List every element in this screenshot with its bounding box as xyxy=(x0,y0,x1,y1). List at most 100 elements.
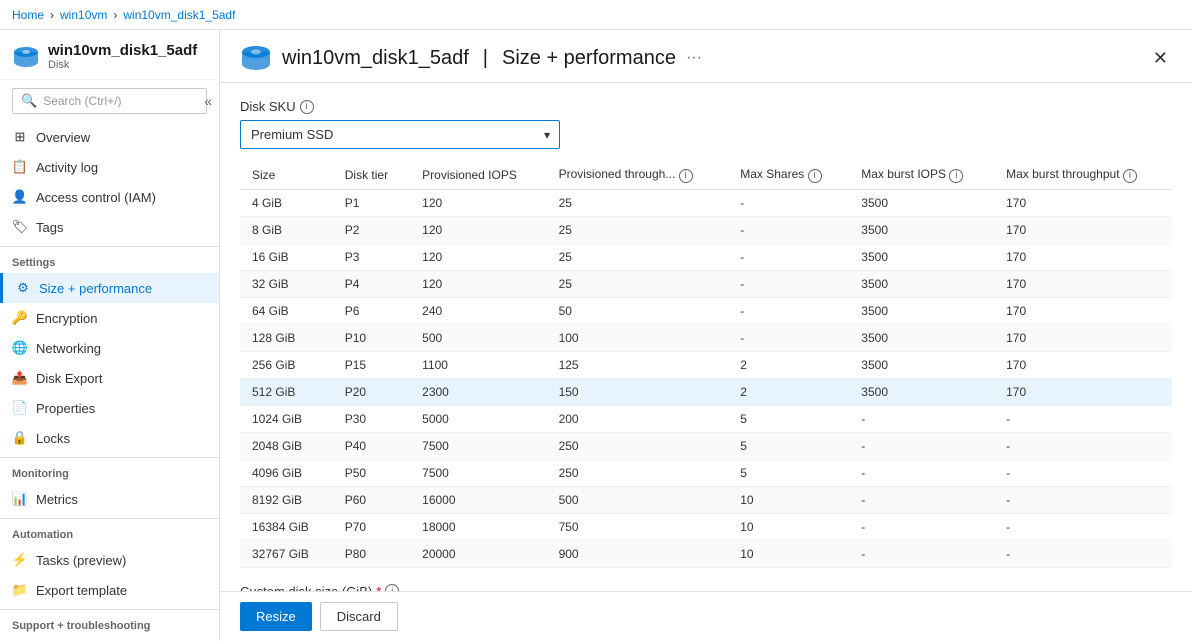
table-cell: 2 xyxy=(728,378,849,405)
table-cell: 8 GiB xyxy=(240,216,333,243)
more-options-button[interactable]: ··· xyxy=(686,49,702,67)
sidebar-item-overview[interactable]: ⊞ Overview xyxy=(0,122,219,152)
table-cell: 256 GiB xyxy=(240,351,333,378)
table-cell: 170 xyxy=(994,270,1172,297)
table-cell: 240 xyxy=(410,297,546,324)
table-cell: 500 xyxy=(547,486,729,513)
collapse-icon[interactable]: « xyxy=(204,93,212,109)
page-disk-icon xyxy=(240,42,272,74)
size-icon: ⚙ xyxy=(15,280,31,296)
col-burst-iops-info-icon[interactable]: i xyxy=(949,169,963,183)
search-icon: 🔍 xyxy=(21,93,37,109)
resource-type: Disk xyxy=(48,59,197,71)
table-cell: P15 xyxy=(333,351,410,378)
table-cell: 3500 xyxy=(849,351,994,378)
resource-name: win10vm_disk1_5adf xyxy=(48,42,197,59)
table-row[interactable]: 256 GiBP15110012523500170 xyxy=(240,351,1172,378)
table-cell: 16384 GiB xyxy=(240,513,333,540)
table-cell: 2048 GiB xyxy=(240,432,333,459)
sidebar-item-iam[interactable]: 👤 Access control (IAM) xyxy=(0,182,219,212)
table-row[interactable]: 8192 GiBP601600050010-- xyxy=(240,486,1172,513)
table-row[interactable]: 512 GiBP20230015023500170 xyxy=(240,378,1172,405)
breadcrumb-disk[interactable]: win10vm_disk1_5adf xyxy=(123,8,235,22)
table-cell: 125 xyxy=(547,351,729,378)
sidebar-item-support[interactable]: ❓ New support request xyxy=(0,636,219,641)
table-cell: 20000 xyxy=(410,540,546,567)
table-cell: 4096 GiB xyxy=(240,459,333,486)
col-burst-throughput-info-icon[interactable]: i xyxy=(1123,169,1137,183)
col-size: Size xyxy=(240,161,333,189)
properties-icon: 📄 xyxy=(12,400,28,416)
sidebar-item-locks[interactable]: 🔒 Locks xyxy=(0,423,219,453)
sidebar-item-networking[interactable]: 🌐 Networking xyxy=(0,333,219,363)
sidebar-label-tags: Tags xyxy=(36,220,63,235)
table-cell: 250 xyxy=(547,432,729,459)
required-star: * xyxy=(376,584,381,592)
sidebar-label-encryption: Encryption xyxy=(36,311,97,326)
table-cell: - xyxy=(849,432,994,459)
sidebar-item-encryption[interactable]: 🔑 Encryption xyxy=(0,303,219,333)
table-row[interactable]: 8 GiBP212025-3500170 xyxy=(240,216,1172,243)
table-cell: 16 GiB xyxy=(240,243,333,270)
breadcrumb-home[interactable]: Home xyxy=(12,8,44,22)
col-max-burst-iops: Max burst IOPS i xyxy=(849,161,994,189)
table-cell: 4 GiB xyxy=(240,189,333,216)
disk-sku-select[interactable]: Premium SSD Standard SSD Standard HDD Ul… xyxy=(240,120,560,149)
resource-header: win10vm_disk1_5adf Disk xyxy=(0,30,219,80)
table-cell: P50 xyxy=(333,459,410,486)
sidebar-label-activity: Activity log xyxy=(36,160,98,175)
top-bar: Home › win10vm › win10vm_disk1_5adf xyxy=(0,0,1192,30)
sidebar-item-tasks[interactable]: ⚡ Tasks (preview) xyxy=(0,545,219,575)
encryption-icon: 🔑 xyxy=(12,310,28,326)
table-cell: 8192 GiB xyxy=(240,486,333,513)
sidebar-label-metrics: Metrics xyxy=(36,492,78,507)
table-cell: 120 xyxy=(410,216,546,243)
support-section-label: Support + troubleshooting xyxy=(0,609,219,636)
close-button[interactable]: ✕ xyxy=(1149,44,1172,73)
table-cell: 128 GiB xyxy=(240,324,333,351)
sidebar-item-metrics[interactable]: 📊 Metrics xyxy=(0,484,219,514)
disk-icon xyxy=(12,43,40,71)
table-cell: 170 xyxy=(994,243,1172,270)
page-header: win10vm_disk1_5adf | Size + performance … xyxy=(220,30,1192,83)
table-cell: - xyxy=(849,540,994,567)
sidebar-item-export-template[interactable]: 📁 Export template xyxy=(0,575,219,605)
table-row[interactable]: 16 GiBP312025-3500170 xyxy=(240,243,1172,270)
disk-sku-info-icon[interactable]: i xyxy=(300,100,314,114)
sidebar-item-activity-log[interactable]: 📋 Activity log xyxy=(0,152,219,182)
sidebar-item-disk-export[interactable]: 📤 Disk Export xyxy=(0,363,219,393)
sidebar-item-size-performance[interactable]: ⚙ Size + performance xyxy=(0,273,219,303)
table-row[interactable]: 4096 GiBP5075002505-- xyxy=(240,459,1172,486)
table-cell: - xyxy=(994,459,1172,486)
table-cell: 750 xyxy=(547,513,729,540)
monitoring-section-label: Monitoring xyxy=(0,457,219,484)
table-cell: 3500 xyxy=(849,378,994,405)
search-input[interactable] xyxy=(43,94,198,108)
tags-icon: 🏷 xyxy=(12,219,28,235)
sidebar-item-properties[interactable]: 📄 Properties xyxy=(0,393,219,423)
table-row[interactable]: 2048 GiBP4075002505-- xyxy=(240,432,1172,459)
custom-size-info-icon[interactable]: i xyxy=(385,584,399,591)
table-row[interactable]: 64 GiBP624050-3500170 xyxy=(240,297,1172,324)
table-row[interactable]: 4 GiBP112025-3500170 xyxy=(240,189,1172,216)
col-shares-info-icon[interactable]: i xyxy=(808,169,822,183)
table-cell: 16000 xyxy=(410,486,546,513)
resize-button[interactable]: Resize xyxy=(240,602,312,631)
table-row[interactable]: 16384 GiBP701800075010-- xyxy=(240,513,1172,540)
discard-button[interactable]: Discard xyxy=(320,602,398,631)
table-cell: 32 GiB xyxy=(240,270,333,297)
breadcrumb-vm[interactable]: win10vm xyxy=(60,8,107,22)
table-cell: - xyxy=(728,297,849,324)
table-cell: - xyxy=(728,189,849,216)
table-row[interactable]: 32 GiBP412025-3500170 xyxy=(240,270,1172,297)
col-throughput-info-icon[interactable]: i xyxy=(679,169,693,183)
table-row[interactable]: 32767 GiBP802000090010-- xyxy=(240,540,1172,567)
breadcrumb: Home › win10vm › win10vm_disk1_5adf xyxy=(12,8,235,22)
disk-sku-label: Disk SKU i xyxy=(240,99,1172,114)
table-row[interactable]: 128 GiBP10500100-3500170 xyxy=(240,324,1172,351)
table-cell: - xyxy=(994,540,1172,567)
table-cell: - xyxy=(849,513,994,540)
table-row[interactable]: 1024 GiBP3050002005-- xyxy=(240,405,1172,432)
sidebar-item-tags[interactable]: 🏷 Tags xyxy=(0,212,219,242)
content-area: win10vm_disk1_5adf | Size + performance … xyxy=(220,30,1192,641)
